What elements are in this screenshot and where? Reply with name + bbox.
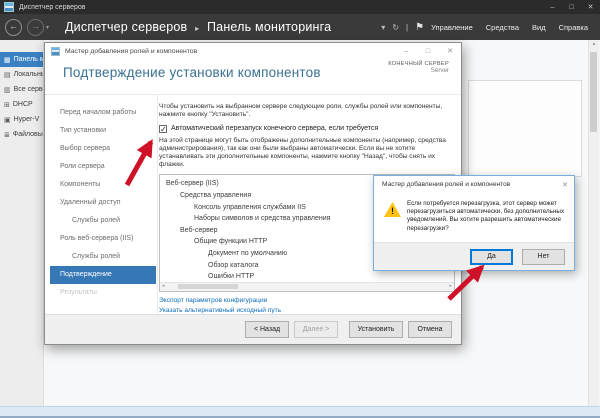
sidebar-item[interactable]: ▤ Локальный сервер xyxy=(0,67,43,82)
sidebar-item[interactable]: ≣ Файловые службы и хранилища xyxy=(0,127,43,142)
back-button[interactable]: < Назад xyxy=(245,321,289,338)
sidebar-item-label: DHCP xyxy=(13,101,33,108)
install-button[interactable]: Установить xyxy=(349,321,403,338)
server-manager-app-icon xyxy=(4,2,14,12)
breadcrumb-root[interactable]: Диспетчер серверов xyxy=(65,20,187,34)
screen: Диспетчер серверов – □ ✕ ← → ▾ Диспетчер… xyxy=(0,0,600,418)
sidebar-item-label: Файловые службы и хранилища xyxy=(13,131,43,138)
vertical-scrollbar[interactable]: ▲ xyxy=(588,40,599,406)
wizard-footer: < Назад Далее > Установить Отмена xyxy=(45,314,461,344)
target-server-block: КОНЕЧНЫЙ СЕРВЕР Server xyxy=(388,61,449,74)
window-bottom-border xyxy=(0,406,600,418)
scroll-up-icon[interactable]: ▲ xyxy=(589,40,599,49)
sidebar-item-icon: ▤ xyxy=(4,71,11,79)
dialog-titlebar: Мастер добавления ролей и компонентов ✕ xyxy=(374,176,574,193)
window-title: Диспетчер серверов xyxy=(19,4,86,11)
menu-item[interactable]: Вид xyxy=(532,23,546,32)
sidebar-item-label: Все серверы xyxy=(14,86,43,93)
wizard-step[interactable]: Роли сервера xyxy=(50,158,156,176)
wizard-step-nav: Перед началом работыТип установкиВыбор с… xyxy=(50,104,156,302)
menu-item[interactable]: Справка xyxy=(559,23,588,32)
breadcrumb-current[interactable]: Панель мониторинга xyxy=(207,20,331,34)
minimize-icon[interactable]: – xyxy=(543,0,562,14)
wizard-links: Экспорт параметров конфигурацииУказать а… xyxy=(159,296,455,315)
sidebar-item-icon: ≣ xyxy=(4,131,10,139)
tree-scrollbar-thumb[interactable] xyxy=(178,284,238,289)
sidebar-item-label: Hyper-V xyxy=(14,116,40,123)
header-divider xyxy=(45,94,461,95)
wizard-titlebar: Мастер добавления ролей и компонентов – … xyxy=(45,43,461,59)
dialog-close-icon[interactable]: ✕ xyxy=(562,181,574,189)
welcome-tile xyxy=(468,80,582,177)
sidebar-item[interactable]: ▥ Все серверы xyxy=(0,82,43,97)
wizard-minimize-icon[interactable]: – xyxy=(395,43,417,59)
refresh-icon[interactable]: ↻ xyxy=(392,23,399,32)
breadcrumb: Диспетчер серверов ▸ Панель мониторинга xyxy=(65,20,331,34)
app-navbar: ← → ▾ Диспетчер серверов ▸ Панель монито… xyxy=(0,14,600,40)
breadcrumb-separator-icon: ▸ xyxy=(195,24,199,33)
checkbox-checked-icon[interactable]: ✓ xyxy=(159,125,167,133)
sidebar-item-label: Панель мониторинга xyxy=(14,56,43,63)
tree-horizontal-scrollbar[interactable]: ◂ ▸ xyxy=(160,282,454,291)
tree-item[interactable]: Ошибки HTTP xyxy=(160,271,454,283)
history-caret-icon[interactable]: ▾ xyxy=(46,24,49,31)
cancel-button[interactable]: Отмена xyxy=(408,321,452,338)
dialog-body: ! Если потребуется перезагрузка, этот се… xyxy=(374,193,574,233)
wizard-step[interactable]: Службы ролей xyxy=(50,248,156,266)
wizard-maximize-icon[interactable]: □ xyxy=(417,43,439,59)
maximize-icon[interactable]: □ xyxy=(562,0,581,14)
sidebar-item-icon: ▦ xyxy=(4,56,11,64)
wizard-step[interactable]: Результаты xyxy=(50,284,156,302)
restart-checkbox-row[interactable]: ✓ Автоматический перезапуск конечного се… xyxy=(159,125,455,133)
nav-divider xyxy=(157,95,158,314)
forward-icon[interactable]: → xyxy=(27,19,44,36)
menu-item[interactable]: Средства xyxy=(486,23,519,32)
scroll-right-icon[interactable]: ▸ xyxy=(449,283,452,290)
notifications-flag-icon[interactable]: ⚑ xyxy=(415,22,424,33)
wizard-app-icon xyxy=(51,47,60,56)
restart-confirm-dialog: Мастер добавления ролей и компонентов ✕ … xyxy=(373,175,575,271)
toolbar-divider: | xyxy=(406,23,408,32)
back-icon[interactable]: ← xyxy=(5,19,22,36)
sidebar: ▦ Панель мониторинга ▤ Локальный сервер … xyxy=(0,40,44,406)
sidebar-item-icon: ⊞ xyxy=(4,101,10,109)
wizard-link[interactable]: Экспорт параметров конфигурации xyxy=(159,296,455,306)
wizard-close-icon[interactable]: ✕ xyxy=(439,43,461,59)
sidebar-item-label: Локальный сервер xyxy=(14,71,43,78)
dialog-message: Если потребуется перезагрузка, этот серв… xyxy=(407,200,566,233)
wizard-step[interactable]: Роль веб-сервера (IIS) xyxy=(50,230,156,248)
app-menu: Управление Средства Вид Справка xyxy=(431,23,588,32)
scrollbar-thumb[interactable] xyxy=(590,52,597,132)
yes-button[interactable]: Да xyxy=(470,249,513,265)
menu-item[interactable]: Управление xyxy=(431,23,473,32)
wizard-page-heading: Подтверждение установки компонентов xyxy=(63,65,321,80)
warning-icon: ! xyxy=(384,202,401,217)
scroll-left-icon[interactable]: ◂ xyxy=(162,283,165,290)
wizard-step[interactable]: Удаленный доступ xyxy=(50,194,156,212)
dialog-footer: Да Нет xyxy=(374,242,574,270)
target-server-value: Server xyxy=(388,67,449,74)
confirm-intro-text: Чтобы установить на выбранном сервере сл… xyxy=(159,103,451,119)
sidebar-item-icon: ▣ xyxy=(4,116,11,124)
sidebar-item[interactable]: ▦ Панель мониторинга xyxy=(0,52,43,67)
next-button: Далее > xyxy=(294,321,338,338)
confirm-note-text: На этой странице могут быть отображены д… xyxy=(159,137,451,169)
wizard-step[interactable]: Компоненты xyxy=(50,176,156,194)
scope-caret-icon[interactable]: ▾ xyxy=(381,23,385,32)
wizard-step[interactable]: Выбор сервера xyxy=(50,140,156,158)
window-titlebar: Диспетчер серверов – □ ✕ xyxy=(0,0,600,14)
sidebar-item[interactable]: ⊞ DHCP xyxy=(0,97,43,112)
wizard-step[interactable]: Перед началом работы xyxy=(50,104,156,122)
close-icon[interactable]: ✕ xyxy=(581,0,600,14)
no-button[interactable]: Нет xyxy=(522,249,565,265)
wizard-step[interactable]: Подтверждение xyxy=(50,266,156,284)
dialog-title: Мастер добавления ролей и компонентов xyxy=(374,181,510,188)
sidebar-item[interactable]: ▣ Hyper-V xyxy=(0,112,43,127)
sidebar-item-icon: ▥ xyxy=(4,86,11,94)
restart-checkbox-label[interactable]: Автоматический перезапуск конечного серв… xyxy=(171,125,378,132)
wizard-step[interactable]: Службы ролей xyxy=(50,212,156,230)
wizard-title: Мастер добавления ролей и компонентов xyxy=(65,48,197,55)
wizard-step[interactable]: Тип установки xyxy=(50,122,156,140)
